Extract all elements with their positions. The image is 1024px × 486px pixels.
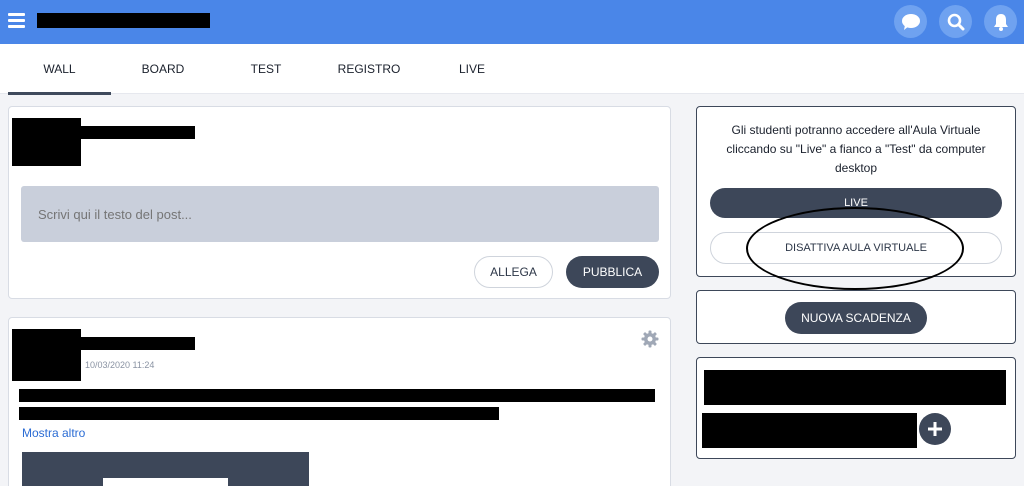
post-card: 10/03/2020 11:24 Mostra altro [8, 317, 671, 486]
menu-icon[interactable] [8, 13, 25, 29]
tab-board[interactable]: BOARD [121, 44, 205, 94]
show-more-link[interactable]: Mostra altro [22, 426, 85, 440]
bell-icon[interactable] [984, 5, 1017, 38]
gear-icon[interactable] [641, 330, 659, 348]
attachment-preview[interactable] [22, 452, 309, 486]
redacted-post-text-line-1 [19, 389, 655, 402]
search-icon[interactable] [939, 5, 972, 38]
plus-icon[interactable] [919, 413, 951, 445]
redacted-group-title [704, 370, 1006, 405]
tab-test[interactable]: TEST [231, 44, 301, 94]
redacted-author-name [81, 337, 195, 350]
post-composer-card: ALLEGA PUBBLICA [8, 106, 671, 299]
attach-button[interactable]: ALLEGA [474, 256, 553, 288]
new-deadline-button[interactable]: NUOVA SCADENZA [785, 302, 927, 334]
redacted-group-info [702, 413, 917, 448]
redacted-course-title [37, 13, 210, 28]
post-timestamp: 10/03/2020 11:24 [85, 360, 155, 370]
post-text-input[interactable] [21, 186, 659, 242]
group-card [696, 357, 1016, 459]
redacted-post-text-line-2 [19, 407, 499, 420]
redacted-author-name [81, 126, 195, 139]
top-bar [0, 0, 1024, 44]
redacted-avatar [12, 118, 81, 166]
tab-live[interactable]: LIVE [444, 44, 500, 94]
deadline-card: NUOVA SCADENZA [696, 290, 1016, 344]
redacted-avatar [12, 329, 81, 381]
publish-button[interactable]: PUBBLICA [566, 256, 659, 288]
tab-registro[interactable]: REGISTRO [330, 44, 408, 94]
highlight-ellipse [746, 207, 964, 290]
chat-icon[interactable] [894, 5, 927, 38]
virtual-classroom-info: Gli studenti potranno accedere all'Aula … [726, 123, 986, 175]
tab-wall[interactable]: WALL [8, 44, 111, 95]
tab-bar: WALL BOARD TEST REGISTRO LIVE [0, 44, 1024, 95]
